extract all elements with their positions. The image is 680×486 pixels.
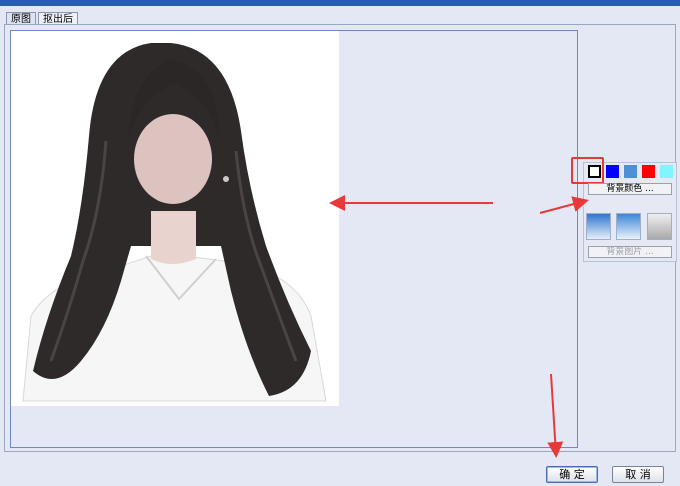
portrait-photo	[11, 31, 339, 406]
swatch-cyan[interactable]	[660, 165, 673, 178]
background-color-button[interactable]: 背景颜色 ...	[588, 183, 672, 195]
swatch-light-blue[interactable]	[624, 165, 637, 178]
highlight-box	[571, 157, 604, 184]
background-image-button[interactable]: 背景图片 ...	[588, 246, 672, 258]
cancel-button[interactable]: 取 消	[612, 466, 664, 483]
swatch-red[interactable]	[642, 165, 655, 178]
bg-image-gray-gradient[interactable]	[647, 213, 672, 240]
ok-button[interactable]: 确 定	[546, 466, 598, 483]
bg-image-light-gradient[interactable]	[616, 213, 641, 240]
window-title-bar	[0, 0, 680, 6]
swatch-blue[interactable]	[606, 165, 619, 178]
bg-image-blue-gradient[interactable]	[586, 213, 611, 240]
